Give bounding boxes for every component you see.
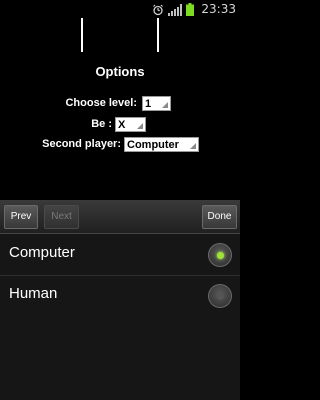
- board-line-left: [81, 18, 83, 52]
- option-human[interactable]: Human: [0, 275, 240, 316]
- level-value: 1: [145, 98, 152, 110]
- level-select[interactable]: 1: [142, 96, 171, 111]
- options-title: Options: [95, 64, 145, 79]
- done-button[interactable]: Done: [202, 205, 237, 229]
- radio-checked-icon[interactable]: [208, 243, 232, 267]
- dropdown-icon: [137, 123, 143, 129]
- radio-dot: [217, 293, 224, 300]
- be-label: Be :: [91, 118, 112, 130]
- dropdown-icon: [190, 143, 196, 149]
- picker-sheet: Prev Next Done Computer Human: [0, 200, 240, 400]
- signal-icon: [168, 3, 183, 16]
- second-player-label: Second player:: [42, 138, 121, 150]
- option-computer[interactable]: Computer: [0, 234, 240, 275]
- level-label: Choose level:: [65, 97, 137, 109]
- be-row: Be : X: [0, 117, 240, 133]
- dropdown-icon: [162, 102, 168, 108]
- prev-button[interactable]: Prev: [4, 205, 38, 229]
- board-line-right: [157, 18, 159, 52]
- status-bar: 23:33: [0, 0, 240, 18]
- be-value: X: [118, 119, 126, 131]
- option-label: Computer: [9, 244, 75, 261]
- screen: 23:33 Options Choose level: 1 Be : X Sec…: [0, 0, 240, 400]
- clock: 23:33: [201, 2, 236, 16]
- status-icons: 23:33: [152, 1, 236, 17]
- second-player-select[interactable]: Computer: [124, 137, 199, 152]
- option-label: Human: [9, 285, 58, 302]
- level-row: Choose level: 1: [0, 96, 240, 112]
- radio-dot: [217, 252, 224, 259]
- be-select[interactable]: X: [115, 117, 146, 132]
- second-player-row: Second player: Computer: [0, 137, 240, 153]
- second-player-value: Computer: [127, 139, 179, 151]
- alarm-icon: [152, 3, 164, 16]
- next-button[interactable]: Next: [44, 205, 79, 229]
- picker-toolbar: Prev Next Done: [0, 200, 240, 234]
- battery-icon: [186, 2, 195, 16]
- radio-unchecked-icon[interactable]: [208, 284, 232, 308]
